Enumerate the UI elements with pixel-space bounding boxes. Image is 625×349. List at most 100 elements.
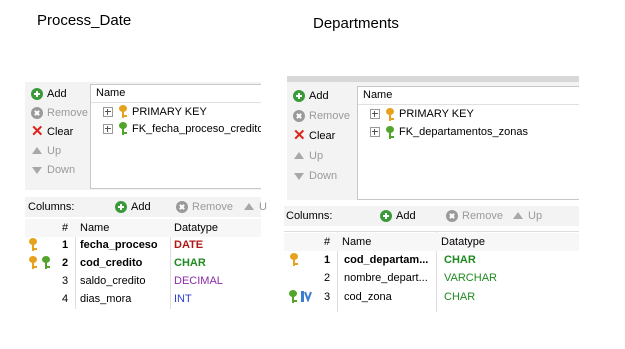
column-datatype[interactable]: VARCHAR (444, 272, 497, 284)
right-add-label: Add (309, 90, 329, 102)
left-add-key-button[interactable]: Add (31, 84, 88, 103)
index-icon (301, 291, 313, 303)
left-remove-label: Remove (47, 106, 88, 119)
left-tree-item-fk[interactable]: FK_fecha_proceso_creditos (91, 120, 261, 137)
column-name[interactable]: dias_mora (80, 293, 131, 305)
right-columns-toolbar: Columns: Add Remove Up (284, 206, 579, 226)
left-clear-button[interactable]: ✕ Clear (31, 122, 88, 141)
left-tree-item-label: PRIMARY KEY (132, 105, 207, 118)
remove-icon (293, 110, 305, 122)
left-up-label: Up (47, 144, 62, 157)
left-clear-label: Clear (47, 125, 74, 138)
datatype-header[interactable]: Datatype (174, 222, 218, 234)
column-name[interactable]: cod_departam... (344, 254, 428, 266)
add-icon (293, 90, 305, 102)
column-datatype[interactable]: DATE (174, 239, 203, 251)
table-row[interactable]: 2 nombre_depart... VARCHAR (284, 269, 579, 287)
right-grid-header: # Name Datatype (284, 233, 579, 251)
expand-icon[interactable] (103, 123, 113, 134)
right-remove-label: Remove (309, 110, 350, 122)
remove-icon (31, 106, 43, 119)
gold-key-icon (28, 256, 38, 269)
right-add-column-button[interactable]: Add (380, 207, 416, 226)
right-up-button[interactable]: Up (293, 146, 350, 166)
table-row[interactable]: 4 dias_mora INT (25, 290, 261, 308)
column-datatype[interactable]: CHAR (444, 254, 476, 266)
add-icon (31, 87, 43, 100)
column-name[interactable]: saldo_credito (80, 275, 145, 287)
row-number: 2 (324, 272, 331, 284)
left-down-button[interactable]: Down (31, 160, 88, 179)
left-keys-tree-header: Name (91, 85, 261, 103)
right-keys-panel: Add Remove ✕ Clear Up Down Name PRIMARY … (287, 82, 579, 200)
column-name[interactable]: cod_credito (80, 257, 142, 269)
remove-icon (446, 210, 458, 222)
right-tree-item-label: FK_departamentos_zonas (399, 126, 529, 138)
datatype-header[interactable]: Datatype (441, 236, 485, 248)
right-tree-item-primary-key[interactable]: PRIMARY KEY (358, 105, 579, 123)
left-add-label: Add (47, 87, 67, 100)
name-header[interactable]: Name (80, 222, 109, 234)
expand-icon[interactable] (370, 127, 380, 137)
row-number: 2 (62, 257, 69, 269)
left-col-add-label: Add (131, 201, 151, 213)
table-row[interactable]: 2 cod_credito CHAR (25, 254, 261, 272)
expand-icon[interactable] (103, 106, 113, 117)
left-tree-item-primary-key[interactable]: PRIMARY KEY (91, 103, 261, 120)
name-header[interactable]: Name (342, 236, 371, 248)
right-up-column-button[interactable]: Up (512, 207, 542, 226)
gold-key-icon (118, 105, 128, 118)
green-key-icon (118, 122, 128, 135)
right-remove-key-button[interactable]: Remove (293, 106, 350, 126)
column-datatype[interactable]: INT (174, 293, 192, 305)
gold-key-icon (289, 253, 299, 266)
arrow-up-icon (31, 145, 43, 157)
row-number: 4 (62, 293, 69, 305)
right-clear-label: Clear (309, 130, 336, 142)
table-row[interactable]: 3 cod_zona CHAR (284, 288, 579, 306)
left-remove-column-button[interactable]: Remove (176, 198, 233, 217)
left-remove-key-button[interactable]: Remove (31, 103, 88, 122)
table-row[interactable]: 1 fecha_proceso DATE (25, 236, 261, 254)
right-down-button[interactable]: Down (293, 166, 350, 186)
left-keys-tree: Name PRIMARY KEY FK_fecha_proceso_credit… (90, 84, 261, 189)
column-datatype[interactable]: CHAR (444, 291, 475, 303)
column-datatype[interactable]: DECIMAL (174, 275, 223, 287)
left-col-up-label: U (259, 201, 267, 213)
row-number: 3 (324, 291, 331, 303)
add-icon (115, 201, 127, 213)
column-name[interactable]: cod_zona (344, 291, 392, 303)
row-number: 3 (62, 275, 69, 287)
right-tree-item-fk[interactable]: FK_departamentos_zonas (358, 123, 579, 141)
left-down-label: Down (47, 163, 76, 176)
expand-icon[interactable] (370, 109, 380, 119)
green-key-icon (385, 125, 395, 139)
column-name[interactable]: nombre_depart... (344, 272, 428, 284)
right-up-label: Up (309, 150, 324, 162)
right-caption: Departments (313, 15, 399, 32)
column-name[interactable]: fecha_proceso (80, 239, 158, 251)
right-tree-item-label: PRIMARY KEY (399, 108, 474, 120)
right-col-remove-label: Remove (462, 210, 503, 222)
table-row[interactable]: 1 cod_departam... CHAR (284, 251, 579, 269)
table-row[interactable]: 3 saldo_credito DECIMAL (25, 272, 261, 290)
arrow-up-icon (243, 201, 255, 213)
left-grid-header: # Name Datatype (25, 219, 261, 237)
row-number: 1 (62, 239, 69, 251)
num-header: # (324, 236, 331, 248)
left-tree-item-label: FK_fecha_proceso_creditos (132, 122, 261, 135)
right-clear-button[interactable]: ✕ Clear (293, 126, 350, 146)
left-up-column-button[interactable]: U (243, 198, 267, 217)
green-key-icon (288, 290, 298, 303)
left-columns-grid: # Name Datatype 1 fecha_proceso DATE 2 c… (25, 219, 261, 309)
right-add-key-button[interactable]: Add (293, 86, 350, 106)
add-icon (380, 210, 392, 222)
right-columns-label: Columns: (286, 210, 333, 222)
left-add-column-button[interactable]: Add (115, 198, 151, 217)
right-remove-column-button[interactable]: Remove (446, 207, 503, 226)
right-key-buttons: Add Remove ✕ Clear Up Down (293, 86, 350, 186)
gold-key-icon (385, 107, 395, 121)
left-caption: Process_Date (37, 12, 132, 29)
column-datatype[interactable]: CHAR (174, 257, 206, 269)
left-up-button[interactable]: Up (31, 141, 88, 160)
